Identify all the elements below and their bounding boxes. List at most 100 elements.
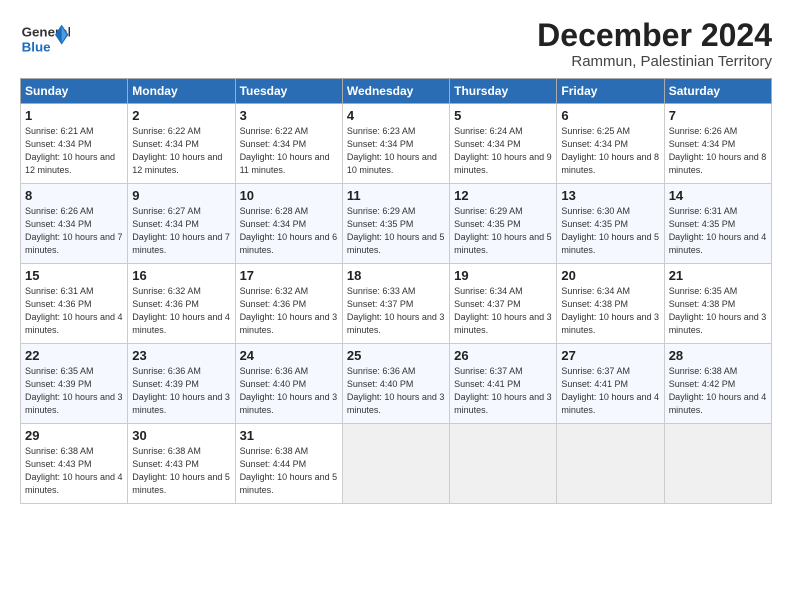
day-info: Sunrise: 6:36 AMSunset: 4:40 PMDaylight:… [347,366,445,415]
calendar-cell: 8 Sunrise: 6:26 AMSunset: 4:34 PMDayligh… [21,184,128,264]
day-info: Sunrise: 6:31 AMSunset: 4:36 PMDaylight:… [25,286,123,335]
calendar-cell [450,424,557,504]
col-saturday: Saturday [664,79,771,104]
day-info: Sunrise: 6:36 AMSunset: 4:40 PMDaylight:… [240,366,338,415]
day-info: Sunrise: 6:32 AMSunset: 4:36 PMDaylight:… [132,286,230,335]
day-info: Sunrise: 6:28 AMSunset: 4:34 PMDaylight:… [240,206,338,255]
day-info: Sunrise: 6:33 AMSunset: 4:37 PMDaylight:… [347,286,445,335]
day-number: 18 [347,268,445,283]
day-number: 6 [561,108,659,123]
calendar-cell [664,424,771,504]
day-number: 25 [347,348,445,363]
col-friday: Friday [557,79,664,104]
day-number: 8 [25,188,123,203]
calendar-cell: 16 Sunrise: 6:32 AMSunset: 4:36 PMDaylig… [128,264,235,344]
calendar-table: Sunday Monday Tuesday Wednesday Thursday… [20,78,772,504]
calendar-cell: 10 Sunrise: 6:28 AMSunset: 4:34 PMDaylig… [235,184,342,264]
header: General Blue December 2024 Rammun, Pales… [20,18,772,70]
day-number: 13 [561,188,659,203]
day-number: 16 [132,268,230,283]
calendar-cell: 28 Sunrise: 6:38 AMSunset: 4:42 PMDaylig… [664,344,771,424]
calendar-cell: 18 Sunrise: 6:33 AMSunset: 4:37 PMDaylig… [342,264,449,344]
day-number: 14 [669,188,767,203]
day-info: Sunrise: 6:29 AMSunset: 4:35 PMDaylight:… [454,206,552,255]
day-number: 31 [240,428,338,443]
day-info: Sunrise: 6:36 AMSunset: 4:39 PMDaylight:… [132,366,230,415]
col-sunday: Sunday [21,79,128,104]
calendar-cell: 15 Sunrise: 6:31 AMSunset: 4:36 PMDaylig… [21,264,128,344]
day-number: 30 [132,428,230,443]
calendar-header-row: Sunday Monday Tuesday Wednesday Thursday… [21,79,772,104]
calendar-cell [557,424,664,504]
location-subtitle: Rammun, Palestinian Territory [537,53,772,70]
day-number: 3 [240,108,338,123]
calendar-cell: 14 Sunrise: 6:31 AMSunset: 4:35 PMDaylig… [664,184,771,264]
calendar-cell: 30 Sunrise: 6:38 AMSunset: 4:43 PMDaylig… [128,424,235,504]
day-info: Sunrise: 6:26 AMSunset: 4:34 PMDaylight:… [669,126,767,175]
day-number: 28 [669,348,767,363]
day-info: Sunrise: 6:38 AMSunset: 4:43 PMDaylight:… [132,446,230,495]
day-info: Sunrise: 6:29 AMSunset: 4:35 PMDaylight:… [347,206,445,255]
day-info: Sunrise: 6:34 AMSunset: 4:38 PMDaylight:… [561,286,659,335]
day-info: Sunrise: 6:24 AMSunset: 4:34 PMDaylight:… [454,126,552,175]
day-number: 5 [454,108,552,123]
calendar-cell: 2 Sunrise: 6:22 AMSunset: 4:34 PMDayligh… [128,104,235,184]
calendar-cell: 31 Sunrise: 6:38 AMSunset: 4:44 PMDaylig… [235,424,342,504]
calendar-week-row: 15 Sunrise: 6:31 AMSunset: 4:36 PMDaylig… [21,264,772,344]
day-info: Sunrise: 6:22 AMSunset: 4:34 PMDaylight:… [132,126,222,175]
day-info: Sunrise: 6:38 AMSunset: 4:42 PMDaylight:… [669,366,767,415]
day-number: 15 [25,268,123,283]
calendar-week-row: 22 Sunrise: 6:35 AMSunset: 4:39 PMDaylig… [21,344,772,424]
day-info: Sunrise: 6:26 AMSunset: 4:34 PMDaylight:… [25,206,123,255]
day-info: Sunrise: 6:35 AMSunset: 4:38 PMDaylight:… [669,286,767,335]
calendar-cell: 29 Sunrise: 6:38 AMSunset: 4:43 PMDaylig… [21,424,128,504]
calendar-cell: 12 Sunrise: 6:29 AMSunset: 4:35 PMDaylig… [450,184,557,264]
day-number: 12 [454,188,552,203]
day-info: Sunrise: 6:23 AMSunset: 4:34 PMDaylight:… [347,126,437,175]
calendar-cell: 5 Sunrise: 6:24 AMSunset: 4:34 PMDayligh… [450,104,557,184]
calendar-cell: 25 Sunrise: 6:36 AMSunset: 4:40 PMDaylig… [342,344,449,424]
day-number: 21 [669,268,767,283]
day-number: 11 [347,188,445,203]
day-info: Sunrise: 6:27 AMSunset: 4:34 PMDaylight:… [132,206,230,255]
day-info: Sunrise: 6:25 AMSunset: 4:34 PMDaylight:… [561,126,659,175]
day-number: 29 [25,428,123,443]
day-number: 19 [454,268,552,283]
col-wednesday: Wednesday [342,79,449,104]
month-title: December 2024 [537,18,772,53]
calendar-cell [342,424,449,504]
calendar-body: 1 Sunrise: 6:21 AMSunset: 4:34 PMDayligh… [21,104,772,504]
page: General Blue December 2024 Rammun, Pales… [0,0,792,514]
day-number: 4 [347,108,445,123]
calendar-cell: 4 Sunrise: 6:23 AMSunset: 4:34 PMDayligh… [342,104,449,184]
col-thursday: Thursday [450,79,557,104]
calendar-cell: 13 Sunrise: 6:30 AMSunset: 4:35 PMDaylig… [557,184,664,264]
day-number: 20 [561,268,659,283]
day-info: Sunrise: 6:35 AMSunset: 4:39 PMDaylight:… [25,366,123,415]
generalblue-logo-icon: General Blue [20,18,70,58]
day-info: Sunrise: 6:21 AMSunset: 4:34 PMDaylight:… [25,126,115,175]
calendar-cell: 22 Sunrise: 6:35 AMSunset: 4:39 PMDaylig… [21,344,128,424]
day-info: Sunrise: 6:30 AMSunset: 4:35 PMDaylight:… [561,206,659,255]
day-info: Sunrise: 6:38 AMSunset: 4:43 PMDaylight:… [25,446,123,495]
col-tuesday: Tuesday [235,79,342,104]
calendar-cell: 26 Sunrise: 6:37 AMSunset: 4:41 PMDaylig… [450,344,557,424]
day-number: 22 [25,348,123,363]
calendar-cell: 9 Sunrise: 6:27 AMSunset: 4:34 PMDayligh… [128,184,235,264]
calendar-week-row: 8 Sunrise: 6:26 AMSunset: 4:34 PMDayligh… [21,184,772,264]
day-info: Sunrise: 6:32 AMSunset: 4:36 PMDaylight:… [240,286,338,335]
day-info: Sunrise: 6:37 AMSunset: 4:41 PMDaylight:… [454,366,552,415]
calendar-cell: 17 Sunrise: 6:32 AMSunset: 4:36 PMDaylig… [235,264,342,344]
col-monday: Monday [128,79,235,104]
day-number: 23 [132,348,230,363]
svg-text:Blue: Blue [22,39,51,54]
day-info: Sunrise: 6:38 AMSunset: 4:44 PMDaylight:… [240,446,338,495]
day-info: Sunrise: 6:37 AMSunset: 4:41 PMDaylight:… [561,366,659,415]
title-block: December 2024 Rammun, Palestinian Territ… [537,18,772,70]
day-info: Sunrise: 6:34 AMSunset: 4:37 PMDaylight:… [454,286,552,335]
calendar-cell: 11 Sunrise: 6:29 AMSunset: 4:35 PMDaylig… [342,184,449,264]
day-number: 26 [454,348,552,363]
calendar-cell: 7 Sunrise: 6:26 AMSunset: 4:34 PMDayligh… [664,104,771,184]
calendar-cell: 21 Sunrise: 6:35 AMSunset: 4:38 PMDaylig… [664,264,771,344]
calendar-cell: 6 Sunrise: 6:25 AMSunset: 4:34 PMDayligh… [557,104,664,184]
